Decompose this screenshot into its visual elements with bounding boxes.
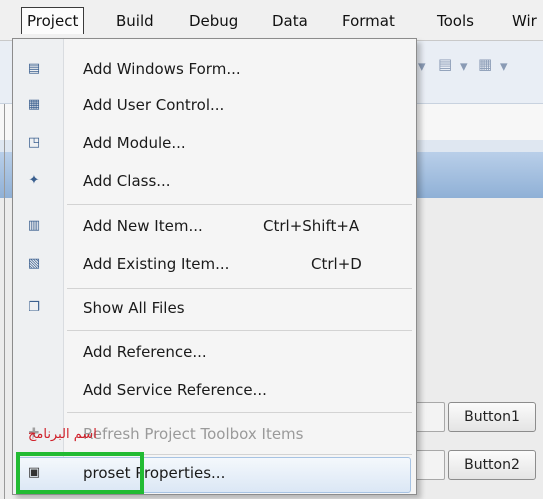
show-all-files-icon: ❐ (28, 300, 40, 315)
menu-bar: Project Build Debug Data Format Tools Wi… (0, 0, 543, 41)
menu-item-add-new-item[interactable]: ▥ Add New Item... Ctrl+Shift+A (13, 209, 416, 245)
menu-item-shortcut: Ctrl+D (311, 255, 362, 273)
menu-window[interactable]: Wir (507, 9, 542, 33)
button2[interactable]: Button2 (448, 450, 536, 480)
menu-item-label: Add User Control... (83, 96, 225, 114)
menu-separator (67, 330, 412, 331)
class-icon: ✦ (28, 173, 40, 188)
menu-item-label: Add Service Reference... (83, 381, 267, 399)
button1[interactable]: Button1 (448, 402, 536, 432)
menu-format[interactable]: Format (337, 9, 400, 33)
menu-item-add-service-reference[interactable]: Add Service Reference... (13, 373, 416, 409)
menu-item-label: Add New Item... (83, 217, 203, 235)
menu-item-label: Show All Files (83, 299, 185, 317)
menu-item-label: Add Existing Item... (83, 255, 230, 273)
menu-item-label: Add Reference... (83, 343, 207, 361)
menu-separator (67, 204, 412, 205)
menu-item-label: Add Class... (83, 172, 171, 190)
toolbar-dropdown-icon[interactable]: ▾ (460, 57, 468, 75)
toolbar-dropdown-icon[interactable]: ▾ (500, 57, 508, 75)
annotation-text: اسم البرنامج (28, 427, 97, 442)
menu-item-add-module[interactable]: ◳ Add Module... (13, 126, 416, 162)
menu-data[interactable]: Data (267, 9, 313, 33)
toolbar-layout-icon[interactable]: ▦ (478, 55, 492, 73)
menu-item-add-class[interactable]: ✦ Add Class... (13, 164, 416, 200)
menu-item-label: Add Module... (83, 134, 186, 152)
menu-item-add-reference[interactable]: Add Reference... (13, 335, 416, 371)
user-control-icon: ▦ (27, 97, 41, 112)
menu-tools[interactable]: Tools (432, 9, 479, 33)
menu-item-label: Add Windows Form... (83, 60, 241, 78)
menu-item-add-windows-form[interactable]: ▤ Add Windows Form... (13, 52, 416, 88)
menu-separator (67, 412, 412, 413)
module-icon: ◳ (27, 135, 41, 150)
form-edge (4, 104, 5, 499)
menu-item-shortcut: Ctrl+Shift+A (263, 217, 360, 235)
toolbar-format-icon[interactable]: ▤ (438, 55, 452, 73)
menu-project[interactable]: Project (21, 7, 85, 34)
menu-item-add-existing-item[interactable]: ▧ Add Existing Item... Ctrl+D (13, 247, 416, 283)
annotation-highlight-box (16, 452, 144, 494)
menu-build[interactable]: Build (111, 9, 159, 33)
menu-separator (67, 288, 412, 289)
menu-item-label: Refresh Project Toolbox Items (83, 425, 304, 443)
toolbar-dropdown-icon[interactable]: ▾ (418, 57, 426, 75)
existing-item-icon: ▧ (27, 256, 41, 271)
menu-item-add-user-control[interactable]: ▦ Add User Control... (13, 88, 416, 124)
new-item-icon: ▥ (27, 218, 41, 233)
menu-item-show-all-files[interactable]: ❐ Show All Files (13, 291, 416, 327)
windows-form-icon: ▤ (27, 61, 41, 76)
menu-debug[interactable]: Debug (184, 9, 243, 33)
